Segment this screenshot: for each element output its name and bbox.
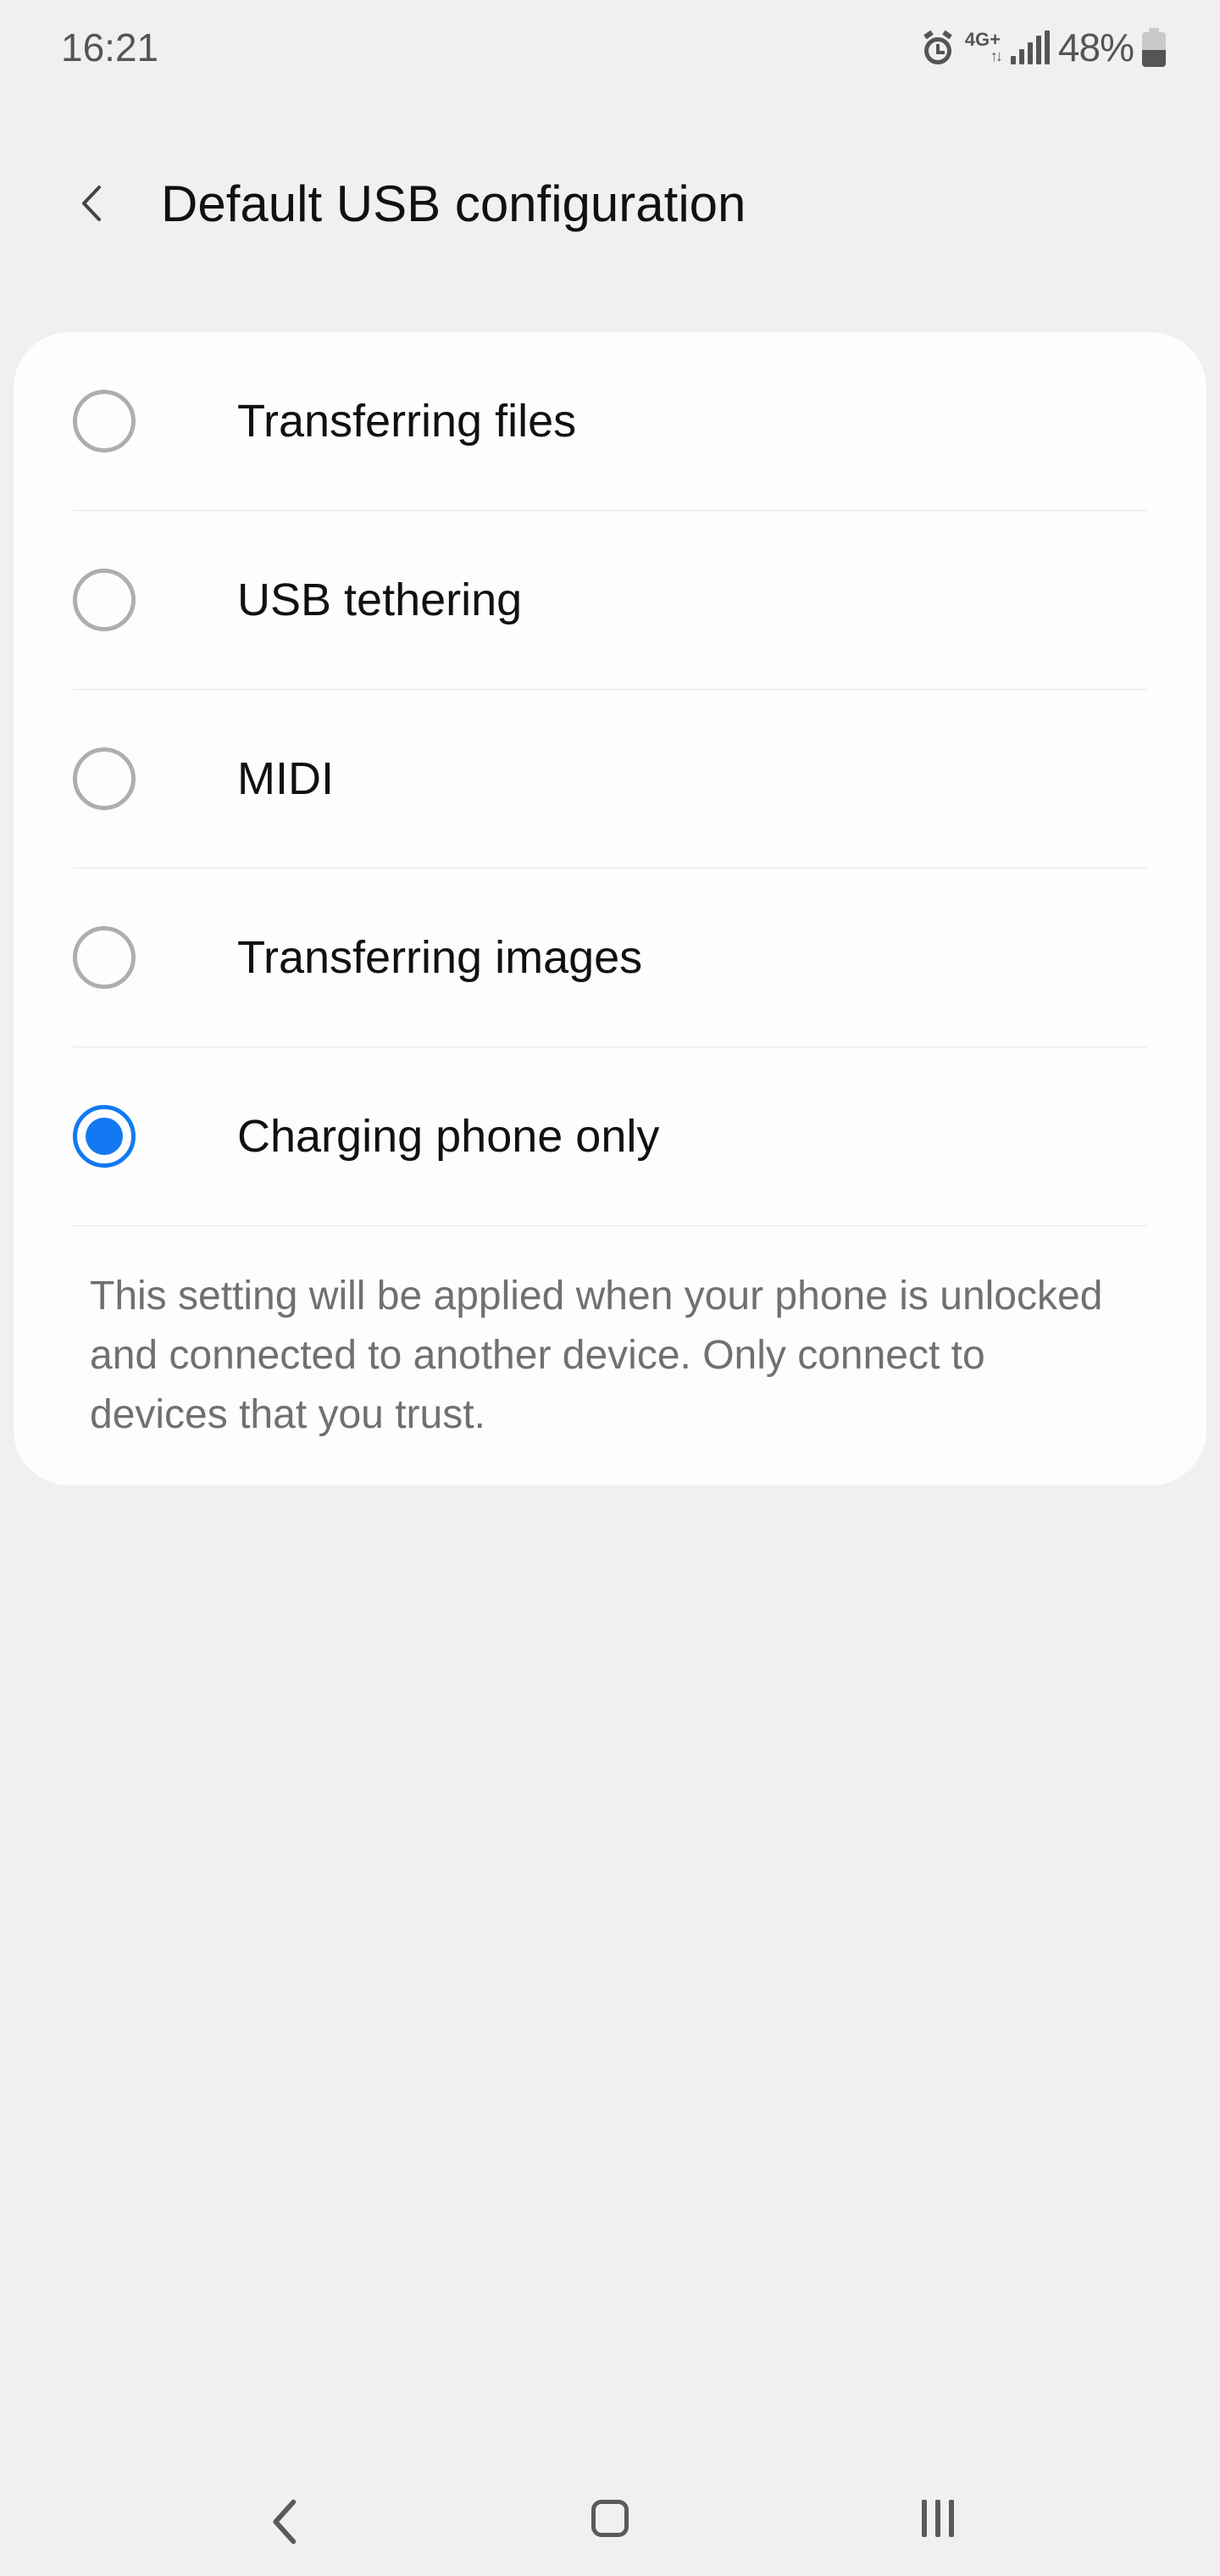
back-button[interactable] <box>59 169 127 237</box>
radio-icon <box>73 390 136 452</box>
status-time: 16:21 <box>61 25 158 70</box>
home-icon <box>591 2500 629 2537</box>
app-bar: Default USB configuration <box>0 136 1220 271</box>
option-label: Transferring files <box>237 395 576 447</box>
option-usb-tethering[interactable]: USB tethering <box>14 511 1206 689</box>
option-transferring-files[interactable]: Transferring files <box>14 332 1206 510</box>
option-label: MIDI <box>237 752 334 805</box>
status-bar: 16:21 4G+ ↑↓ 48% <box>0 0 1220 95</box>
card-note: This setting will be applied when your p… <box>14 1226 1206 1445</box>
cell-signal-icon <box>1011 31 1050 64</box>
nav-back-button[interactable] <box>214 2476 350 2561</box>
system-nav-bar <box>0 2461 1220 2576</box>
option-transferring-images[interactable]: Transferring images <box>14 869 1206 1046</box>
network-4g-icon: 4G+ ↑↓ <box>965 32 1001 64</box>
radio-icon <box>73 569 136 631</box>
chevron-left-icon <box>74 184 113 223</box>
radio-icon <box>73 747 136 810</box>
option-label: Transferring images <box>237 931 642 984</box>
nav-recents-button[interactable] <box>870 2476 1006 2561</box>
option-label: Charging phone only <box>237 1110 659 1163</box>
options-card: Transferring files USB tethering MIDI Tr… <box>14 332 1206 1485</box>
option-label: USB tethering <box>237 574 522 626</box>
status-right: 4G+ ↑↓ 48% <box>919 25 1166 70</box>
battery-icon <box>1142 28 1166 67</box>
radio-icon <box>73 1105 136 1168</box>
radio-icon <box>73 926 136 989</box>
page-title: Default USB configuration <box>161 175 746 233</box>
battery-percent: 48% <box>1058 25 1134 70</box>
option-charging-phone-only[interactable]: Charging phone only <box>14 1047 1206 1225</box>
network-badge-bottom: ↑↓ <box>990 47 1001 64</box>
nav-home-button[interactable] <box>542 2476 678 2561</box>
option-midi[interactable]: MIDI <box>14 690 1206 868</box>
alarm-icon <box>919 29 957 66</box>
chevron-left-icon <box>262 2498 302 2539</box>
recents-icon <box>922 2500 954 2537</box>
